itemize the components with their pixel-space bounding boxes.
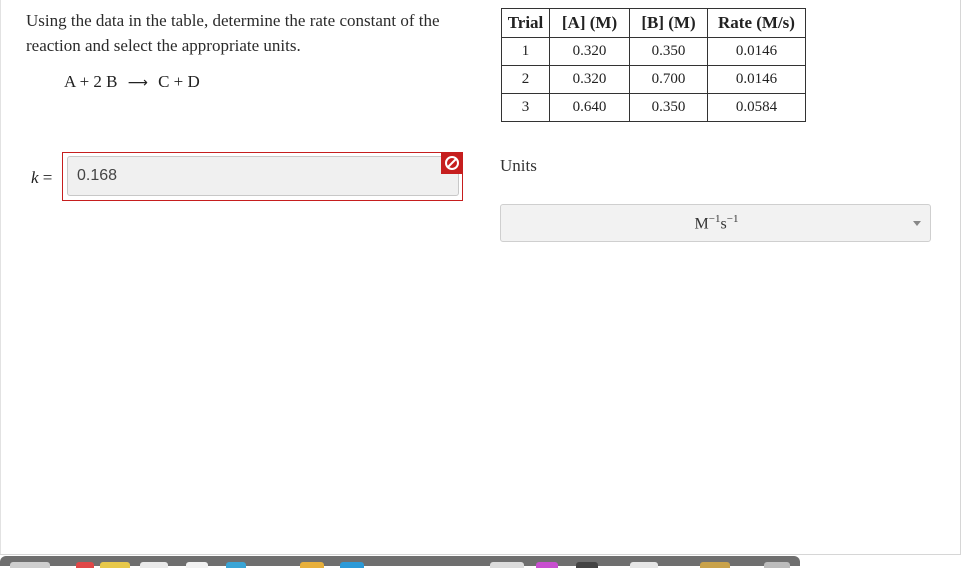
question-text: Using the data in the table, determine t… [26,11,440,55]
table-row: 3 0.640 0.350 0.0584 [501,93,806,122]
cell-trial: 3 [501,93,550,122]
rate-constant-label: k = [31,168,52,188]
frame-left-border [0,0,1,555]
units-dropdown[interactable]: M−1s−1 [500,204,931,242]
cell-a-conc: 0.640 [549,93,630,122]
cell-trial: 1 [501,37,550,66]
cell-b-conc: 0.350 [629,37,708,66]
table-header-row: Trial [A] (M) [B] (M) Rate (M/s) [501,8,806,38]
cell-trial: 2 [501,65,550,94]
cell-a-conc: 0.320 [549,37,630,66]
dock-app-icon[interactable] [340,562,364,568]
table-row: 2 0.320 0.700 0.0146 [501,65,806,94]
header-trial: Trial [501,8,550,38]
dock-app-icon[interactable] [100,562,130,568]
kinetics-data-table: Trial [A] (M) [B] (M) Rate (M/s) 1 0.320… [501,8,806,122]
units-label: Units [500,156,537,175]
incorrect-answer-icon [441,152,463,174]
dock-app-icon[interactable] [536,562,558,568]
dock-app-icon[interactable] [76,562,94,568]
header-rate: Rate (M/s) [707,8,806,38]
unit-molar: M [694,215,709,233]
equation-products: C + D [158,72,200,91]
chevron-down-icon[interactable] [913,221,921,226]
cell-a-conc: 0.320 [549,65,630,94]
cell-b-conc: 0.700 [629,65,708,94]
dock-app-icon[interactable] [700,562,730,568]
rate-constant-input[interactable]: 0.168 [67,156,459,196]
dock-app-icon[interactable] [764,562,790,568]
frame-bottom-border [0,554,961,555]
cell-rate: 0.0584 [707,93,806,122]
dock-app-icon[interactable] [630,562,658,568]
reaction-equation: A + 2 B ⟶ C + D [64,72,200,92]
dock-app-icon[interactable] [490,562,524,568]
cell-rate: 0.0146 [707,65,806,94]
answer-field-wrapper: 0.168 [62,152,463,201]
table-row: 1 0.320 0.350 0.0146 [501,37,806,66]
dock-app-icon[interactable] [300,562,324,568]
dock-app-icon[interactable] [186,562,208,568]
frame-right-border [960,0,961,555]
cell-rate: 0.0146 [707,37,806,66]
unit-seconds-exponent: −1 [726,213,739,225]
header-a-conc: [A] (M) [549,8,630,38]
rate-constant-symbol: k [31,168,39,187]
dock-app-icon[interactable] [10,562,50,568]
dock-app-icon[interactable] [226,562,246,568]
units-selected-value: M−1s−1 [501,213,932,233]
equation-reactants: A + 2 B [64,72,118,91]
header-b-conc: [B] (M) [629,8,708,38]
dock-bar [0,556,800,568]
unit-molar-exponent: −1 [708,213,721,225]
dock-app-icon[interactable] [576,562,598,568]
equals-sign: = [38,168,53,187]
reaction-arrow-icon: ⟶ [127,75,148,91]
cell-b-conc: 0.350 [629,93,708,122]
dock-app-icon[interactable] [140,562,168,568]
